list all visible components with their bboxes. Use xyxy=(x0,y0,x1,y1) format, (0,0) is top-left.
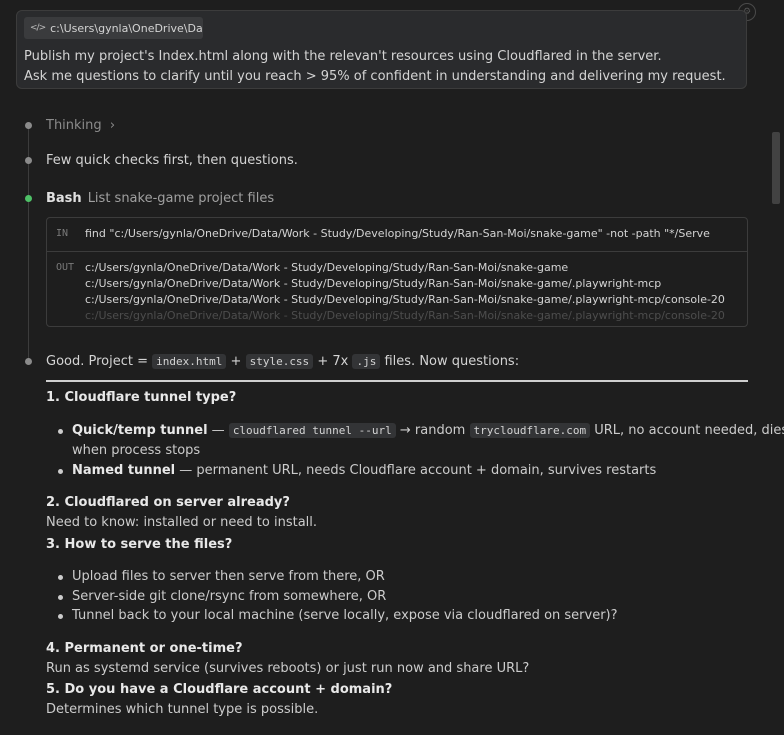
option-name: Named tunnel xyxy=(72,463,176,478)
arrow-text: → random xyxy=(399,423,466,438)
prompt-line-1: Publish my project's Index.html along wi… xyxy=(24,49,662,64)
question-1-title: 1. Cloudflare tunnel type? xyxy=(46,390,237,405)
terminal-input-section: IN find "c:/Users/gynla/OneDrive/Data/Wo… xyxy=(47,218,747,252)
timeline-dot xyxy=(25,358,32,365)
scrollbar-thumb[interactable] xyxy=(772,132,780,204)
in-tag: IN xyxy=(56,228,69,239)
user-prompt: </> c:\Users\gynla\OneDrive\Da... Publis… xyxy=(16,10,747,89)
list-item: Quick/temp tunnel — cloudflared tunnel -… xyxy=(72,423,784,438)
output-line: c:/Users/gynla/OneDrive/Data/Work - Stud… xyxy=(85,309,725,322)
option-name: Quick/temp tunnel xyxy=(72,423,208,438)
terminal-output-block: IN find "c:/Users/gynla/OneDrive/Data/Wo… xyxy=(46,217,748,327)
list-item-continuation: when process stops xyxy=(72,443,201,458)
input-command: find "c:/Users/gynla/OneDrive/Data/Work … xyxy=(85,227,710,240)
inline-code: style.css xyxy=(245,354,314,369)
divider xyxy=(46,380,748,382)
output-line: c:/Users/gynla/OneDrive/Data/Work - Stud… xyxy=(85,293,725,306)
summary-prefix: Good. Project = xyxy=(46,354,149,369)
file-context-chip[interactable]: </> c:\Users\gynla\OneDrive\Da... xyxy=(24,17,203,39)
bullet xyxy=(58,575,63,580)
file-chip-label: c:\Users\gynla\OneDrive\Da... xyxy=(50,21,203,35)
prompt-line-2: Ask me questions to clarify until you re… xyxy=(24,69,726,84)
thinking-label: Thinking xyxy=(46,118,102,133)
summary-plus: + xyxy=(230,354,242,369)
intro-text: Few quick checks first, then questions. xyxy=(46,153,298,168)
list-item: Server-side git clone/rsync from somewhe… xyxy=(72,589,387,604)
inline-code: trycloudflare.com xyxy=(469,423,591,438)
question-2-text: Need to know: installed or need to insta… xyxy=(46,515,318,530)
list-item: Tunnel back to your local machine (serve… xyxy=(72,608,618,623)
bullet xyxy=(58,429,63,434)
bullet xyxy=(58,614,63,619)
list-item: Upload files to server then serve from t… xyxy=(72,569,385,584)
chevron-right-icon: › xyxy=(109,118,116,133)
list-item-text: — permanent URL, needs Cloudflare accoun… xyxy=(179,463,657,478)
code-icon: </> xyxy=(30,23,46,33)
question-3-title: 3. How to serve the files? xyxy=(46,537,233,552)
thinking-toggle[interactable]: Thinking › xyxy=(46,118,115,133)
output-line: c:/Users/gynla/OneDrive/Data/Work - Stud… xyxy=(85,261,569,274)
list-item-text: URL, no account needed, dies xyxy=(594,423,784,438)
inline-code: .js xyxy=(352,354,381,369)
out-tag: OUT xyxy=(56,262,75,273)
question-4-text: Run as systemd service (survives reboots… xyxy=(46,661,530,676)
project-summary: Good. Project = index.html + style.css +… xyxy=(46,354,519,369)
bullet xyxy=(58,469,63,474)
summary-suffix: files. Now questions: xyxy=(384,354,520,369)
question-5-title: 5. Do you have a Cloudflare account + do… xyxy=(46,682,393,697)
timeline-dot xyxy=(25,157,32,164)
bullet xyxy=(58,595,63,600)
question-2-title: 2. Cloudflared on server already? xyxy=(46,495,290,510)
bash-tool-header[interactable]: Bash List snake-game project files xyxy=(46,191,274,206)
output-line: c:/Users/gynla/OneDrive/Data/Work - Stud… xyxy=(85,277,662,290)
question-4-title: 4. Permanent or one-time? xyxy=(46,641,243,656)
dash: — xyxy=(211,423,225,438)
bash-label: Bash xyxy=(46,191,82,206)
inline-code: cloudflared tunnel --url xyxy=(228,423,396,438)
question-5-text: Determines which tunnel type is possible… xyxy=(46,702,319,717)
bash-description: List snake-game project files xyxy=(87,191,275,206)
timeline-dot-success xyxy=(25,195,32,202)
summary-plus-count: + 7x xyxy=(317,354,349,369)
timeline-dot xyxy=(25,122,32,129)
list-item: Named tunnel — permanent URL, needs Clou… xyxy=(72,463,656,478)
inline-code: index.html xyxy=(152,354,227,369)
